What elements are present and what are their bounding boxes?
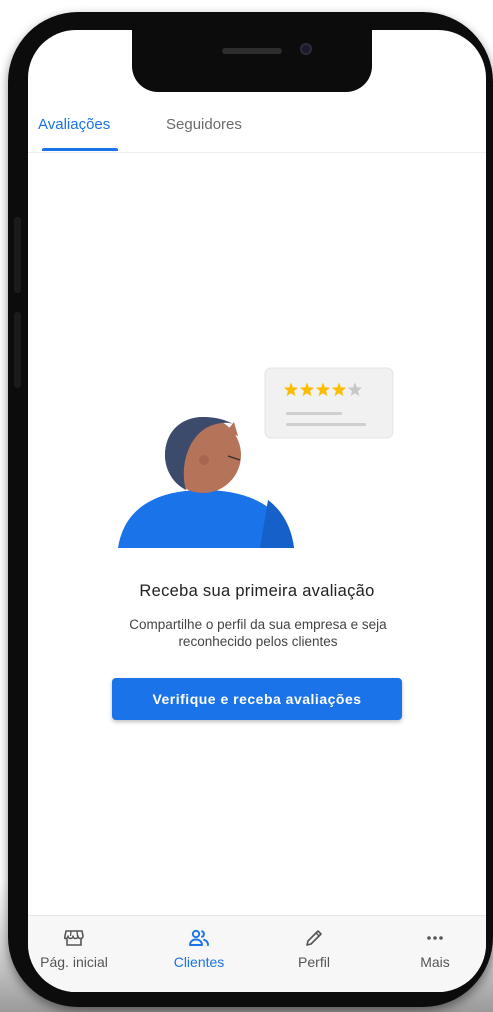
tab-avaliacoes[interactable]: Avaliações (38, 116, 110, 133)
nav-clientes[interactable]: Clientes (154, 926, 244, 970)
volume-up-button (14, 217, 21, 293)
pencil-icon (306, 930, 322, 946)
storefront-icon (63, 930, 84, 946)
more-dots-icon (427, 936, 443, 940)
person-figure (118, 417, 294, 548)
active-tab-indicator (42, 148, 118, 151)
empty-state-description: Compartilhe o perfil da sua empresa e se… (88, 616, 428, 650)
tab-bar: Avaliações Seguidores (28, 112, 486, 153)
nav-mais[interactable]: Mais (400, 926, 470, 970)
nav-clientes-label: Clientes (173, 954, 225, 970)
star-icon (283, 382, 299, 397)
bottom-navigation: Pág. inicial Clientes Perfil Mais (28, 915, 486, 992)
star-icon (315, 382, 331, 397)
camera-icon (300, 43, 312, 55)
description-line-1: Compartilhe o perfil da sua empresa e se… (129, 617, 387, 632)
empty-state-headline: Receba sua primeira avaliação (139, 582, 375, 600)
nav-perfil-label: Perfil (298, 954, 330, 970)
phone-notch (132, 30, 372, 92)
star-icon (347, 382, 363, 397)
volume-down-button (14, 312, 21, 388)
phone-screen: Clientes Avaliações Seguidores Receba su… (28, 30, 486, 992)
rating-stars (283, 382, 363, 397)
tab-seguidores[interactable]: Seguidores (166, 116, 242, 133)
star-icon (299, 382, 315, 397)
description-line-2: reconhecido pelos clientes (178, 634, 338, 649)
nav-mais-label: Mais (420, 954, 450, 970)
nav-home-label: Pág. inicial (40, 954, 108, 970)
verify-and-get-reviews-button[interactable]: Verifique e receba avaliações (112, 678, 402, 720)
nav-perfil[interactable]: Perfil (274, 926, 354, 970)
nav-home[interactable]: Pág. inicial (28, 926, 120, 970)
star-icon (331, 382, 347, 397)
review-illustration (118, 367, 394, 548)
people-icon (189, 929, 209, 946)
speaker-grille (222, 48, 282, 54)
review-card (264, 367, 394, 439)
